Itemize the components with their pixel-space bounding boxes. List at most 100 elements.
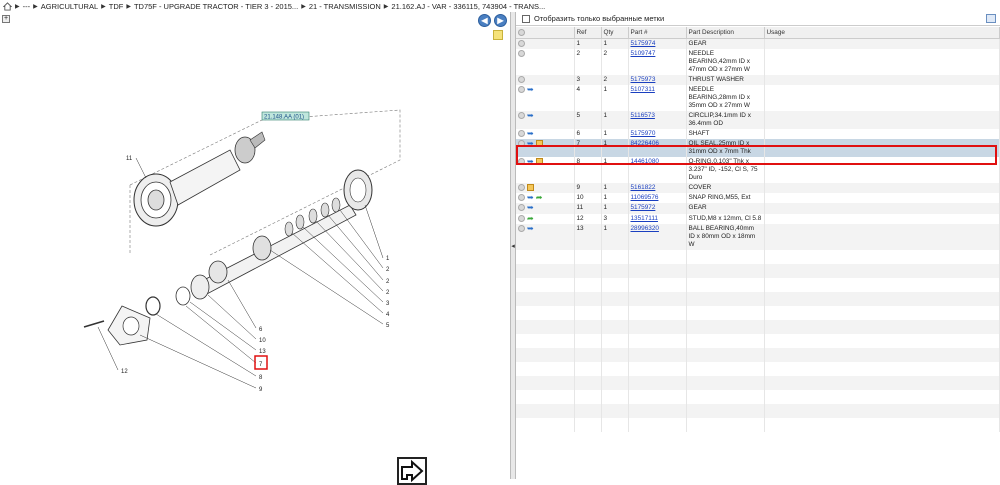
table-row[interactable]: 3 2 5175973 THRUST WASHER [516, 74, 1000, 85]
breadcrumb-item[interactable]: 21 - TRANSMISSION [309, 2, 381, 11]
column-header-usage[interactable]: Usage [764, 27, 1000, 39]
replacement-arrow-icon[interactable]: ➥ [527, 224, 534, 232]
part-number-link-text[interactable]: 14461080 [631, 158, 659, 165]
usage-cell [764, 74, 1000, 85]
part-number-link-text[interactable]: 5107311 [631, 86, 655, 93]
part-number-link-text[interactable]: 5109747 [631, 50, 656, 57]
home-icon[interactable] [3, 1, 12, 11]
part-number-link[interactable]: 13517111 [628, 213, 687, 224]
info-circle-icon[interactable] [518, 224, 525, 232]
kit-box-icon[interactable] [527, 184, 534, 192]
breadcrumb-item[interactable]: TD75F - UPGRADE TRACTOR - TIER 3 - 2015.… [134, 2, 298, 11]
info-circle-icon[interactable] [518, 85, 525, 93]
part-number-link-text[interactable]: 5161822 [631, 184, 656, 191]
breadcrumb-item[interactable]: TDF [109, 2, 124, 11]
part-number-link-text[interactable]: 5175973 [631, 76, 656, 83]
callout-label[interactable]: 3 [386, 301, 390, 307]
info-circle-icon[interactable] [518, 75, 525, 83]
info-circle-icon[interactable] [518, 39, 525, 47]
callout-label[interactable]: 12 [121, 369, 128, 375]
part-number-link-text[interactable]: 5175970 [631, 130, 656, 137]
part-number-link-text[interactable]: 13517111 [631, 215, 658, 222]
part-number-link[interactable]: 5161822 [628, 183, 687, 194]
part-number-link[interactable]: 5175973 [628, 74, 687, 85]
info-circle-icon[interactable] [518, 158, 525, 166]
part-number-link[interactable]: 5109747 [628, 48, 687, 75]
kit-box-icon[interactable] [535, 140, 543, 148]
callout-label[interactable]: 9 [259, 387, 263, 393]
replacement-arrow-icon[interactable]: ➥ [527, 140, 534, 148]
column-header-ref[interactable]: Ref [574, 27, 602, 39]
table-row[interactable]: 2 2 5109747 NEEDLE BEARING,42mm ID x 47mm O… [516, 48, 1000, 75]
table-row[interactable]: ➥ ➦ 10 1 11069576 SNAP RING,M55, Ext [516, 193, 1000, 204]
part-number-link[interactable]: 14461080 [628, 157, 687, 184]
table-row[interactable]: ➥ 5 1 5116573 CIRCLIP,34.1mm ID x 36.4mm OD [516, 110, 1000, 129]
filter-checkbox[interactable] [522, 14, 530, 23]
print-icon[interactable] [986, 14, 996, 23]
breadcrumb-item[interactable]: AGRICULTURAL [41, 2, 98, 11]
info-circle-icon[interactable] [518, 111, 525, 119]
column-header-description[interactable]: Part Description [686, 27, 765, 39]
part-number-link-text[interactable]: 5116573 [631, 112, 655, 119]
info-circle-icon[interactable] [518, 49, 525, 57]
collapse-handle-icon[interactable]: ◂ [511, 242, 515, 252]
table-row[interactable]: ➥ 13 1 28996320 BALL BEARING,40mm ID x 80mm … [516, 223, 1000, 250]
callout-label[interactable]: 7 [259, 362, 263, 368]
part-number-link[interactable]: 5175972 [628, 203, 687, 214]
part-number-link[interactable]: 5107311 [628, 84, 687, 111]
part-number-link-text[interactable]: 84226406 [631, 140, 659, 147]
part-number-link-text[interactable]: 28996320 [631, 225, 659, 232]
alternate-arrow-icon[interactable]: ➦ [536, 194, 543, 202]
info-circle-icon[interactable] [518, 214, 525, 222]
part-number-link-text[interactable]: 11069576 [631, 194, 659, 201]
part-number-link[interactable]: 5175974 [628, 38, 687, 49]
callout-label[interactable]: 2 [386, 267, 390, 273]
callout-label[interactable]: 6 [259, 327, 263, 333]
info-circle-icon[interactable] [518, 140, 525, 148]
part-number-link[interactable]: 5116573 [628, 110, 687, 129]
select-all-icon[interactable] [518, 28, 525, 36]
breadcrumb-item[interactable]: --- [23, 2, 31, 11]
replacement-arrow-icon[interactable]: ➥ [527, 158, 534, 166]
breadcrumb-item[interactable]: 21.162.AJ - VAR - 336115, 743904 - TRANS… [391, 2, 545, 11]
part-number-link[interactable]: 11069576 [628, 193, 687, 204]
table-row[interactable]: 9 1 5161822 COVER [516, 183, 1000, 194]
column-header-part-number[interactable]: Part # [628, 27, 687, 39]
callout-label[interactable]: 2 [386, 290, 390, 296]
reference-label[interactable]: 21.148.AA (01) [264, 115, 304, 121]
info-circle-icon[interactable] [518, 184, 525, 192]
callout-label[interactable]: 13 [259, 349, 266, 355]
callout-label[interactable]: 1 [386, 256, 390, 262]
replacement-arrow-icon[interactable]: ➥ [527, 194, 534, 202]
callout-label[interactable]: 10 [259, 338, 266, 344]
part-number-link-text[interactable]: 5175972 [631, 204, 656, 211]
info-circle-icon[interactable] [518, 129, 525, 137]
part-number-link[interactable]: 28996320 [628, 223, 687, 250]
callout-label[interactable]: 5 [386, 323, 390, 329]
replacement-arrow-icon[interactable]: ➥ [527, 85, 534, 93]
table-row[interactable]: ➥ 6 1 5175970 SHAFT [516, 128, 1000, 140]
info-circle-icon[interactable] [518, 194, 525, 202]
column-header-qty[interactable]: Qty [601, 27, 629, 39]
part-number-link[interactable]: 5175970 [628, 128, 687, 140]
kit-box-icon[interactable] [535, 158, 543, 166]
callout-label[interactable]: 11 [126, 156, 133, 162]
callout-label[interactable]: 2 [386, 279, 390, 285]
callout-label[interactable]: 4 [386, 312, 390, 318]
part-number-link-text[interactable]: 5175974 [631, 40, 656, 47]
replacement-arrow-icon[interactable]: ➥ [527, 111, 534, 119]
table-row[interactable]: ➥ 11 1 5175972 GEAR [516, 203, 1000, 214]
alternate-arrow-icon[interactable]: ➦ [527, 214, 534, 222]
ref-cell-text: 8 [576, 158, 581, 166]
table-row[interactable]: ➥ 7 1 84226406 OIL SEAL,25mm ID x 31mm OD x … [516, 139, 1000, 158]
replacement-arrow-icon[interactable]: ➥ [527, 204, 534, 212]
replacement-arrow-icon[interactable]: ➥ [527, 129, 534, 137]
table-row[interactable]: ➦ 12 3 13517111 STUD,M8 x 12mm, Cl 5.8 [516, 213, 1000, 224]
table-row[interactable]: 1 1 5175974 GEAR [516, 38, 1000, 49]
table-row[interactable]: ➥ 8 1 14461080 O-RING,0.103" Thk x 3.237" ID… [516, 157, 1000, 184]
export-icon[interactable] [397, 457, 427, 485]
part-number-link[interactable]: 84226406 [628, 139, 687, 158]
info-circle-icon[interactable] [518, 204, 525, 212]
callout-label[interactable]: 8 [259, 375, 263, 381]
table-row[interactable]: ➥ 4 1 5107311 NEEDLE BEARING,28mm ID x 35mm … [516, 84, 1000, 111]
